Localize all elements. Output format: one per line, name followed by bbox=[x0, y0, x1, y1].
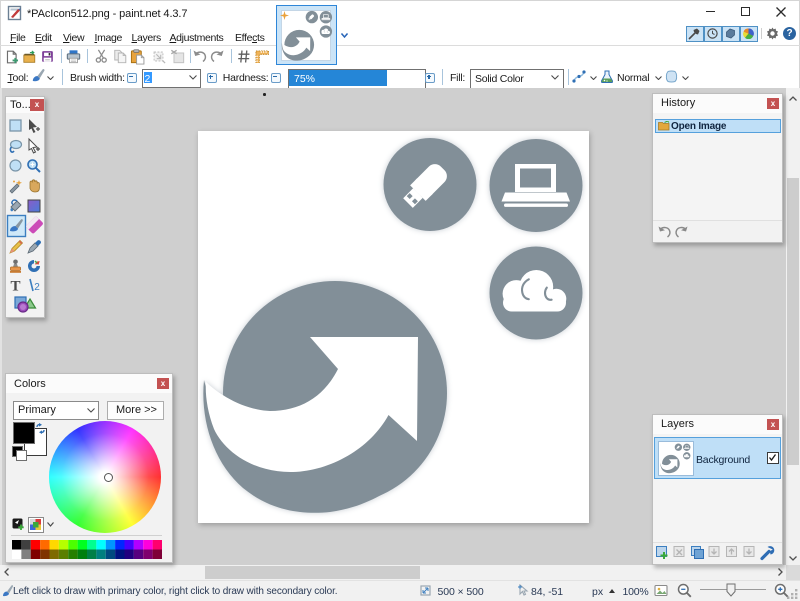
svg-text:2: 2 bbox=[34, 282, 40, 293]
svg-text:T: T bbox=[10, 279, 20, 295]
